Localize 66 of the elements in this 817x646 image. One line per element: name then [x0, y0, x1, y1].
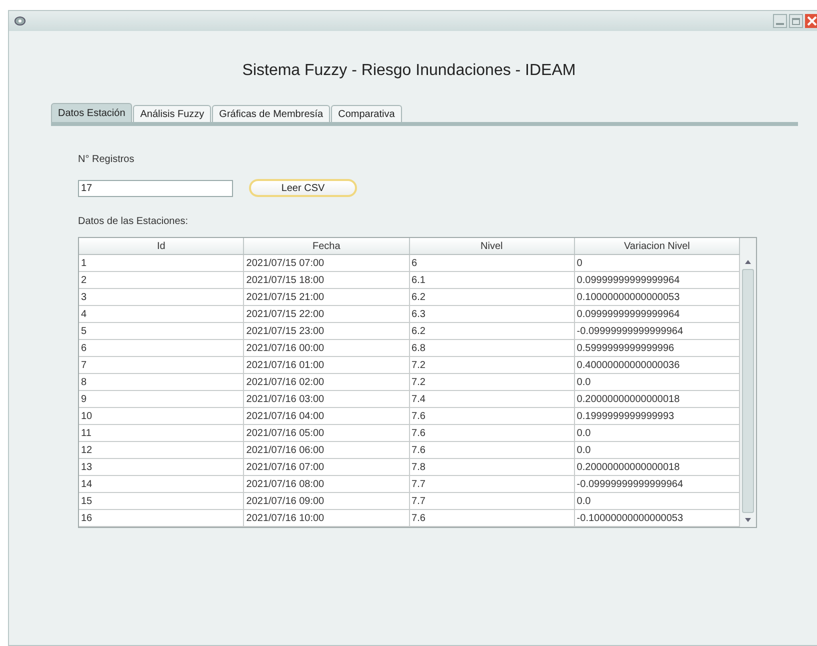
table-cell: 2021/07/16 10:00 [244, 510, 410, 526]
table-cell: 16 [79, 510, 244, 526]
table-cell: 1 [79, 255, 244, 271]
table-cell: 7.8 [410, 459, 575, 475]
table-cell: 6.1 [410, 272, 575, 288]
table-caption: Datos de las Estaciones: [78, 215, 190, 229]
column-header[interactable]: Fecha [244, 238, 410, 254]
table-cell: 5 [79, 323, 244, 339]
table-cell: 7.2 [410, 357, 575, 373]
tab[interactable]: Datos Estación [51, 103, 132, 122]
table-cell: 9 [79, 391, 244, 407]
table-cell: 15 [79, 493, 244, 509]
field-label: N° Registros [78, 153, 136, 167]
table-cell: 2021/07/16 06:00 [244, 442, 410, 458]
table-cell: 6.3 [410, 306, 575, 322]
tab[interactable]: Gráficas de Membresía [212, 105, 330, 122]
table-cell: 6.2 [410, 289, 575, 305]
table-cell: 6 [79, 340, 244, 356]
table-cell: 7.6 [410, 408, 575, 424]
table-cell: 7.2 [410, 374, 575, 390]
table-cell: 2021/07/15 18:00 [244, 272, 410, 288]
table-cell: 4 [79, 306, 244, 322]
table-cell: 2021/07/16 03:00 [244, 391, 410, 407]
table-cell: 2021/07/16 05:00 [244, 425, 410, 441]
table-cell: 7.6 [410, 510, 575, 526]
table-cell: 12 [79, 442, 244, 458]
table-cell: 2021/07/16 08:00 [244, 476, 410, 492]
table-cell: 7.7 [410, 493, 575, 509]
close-button[interactable] [805, 14, 817, 28]
table-cell: 2021/07/16 04:00 [244, 408, 410, 424]
table-cell: 8 [79, 374, 244, 390]
minimize-button[interactable] [773, 14, 787, 28]
app-heading: Sistema Fuzzy - Riesgo Inundaciones - IDEAM [242, 61, 576, 81]
table-cell: 13 [79, 459, 244, 475]
column-header[interactable]: Nivel [410, 238, 575, 254]
table-cell: 2021/07/16 02:00 [244, 374, 410, 390]
table-cell: 14 [79, 476, 244, 492]
app-icon [14, 16, 26, 26]
table-cell: 2021/07/16 07:00 [244, 459, 410, 475]
table-cell: 7 [79, 357, 244, 373]
maximize-button[interactable] [789, 14, 803, 28]
table-cell: 11 [79, 425, 244, 441]
tab[interactable]: Comparativa [331, 105, 402, 122]
table-cell: 2021/07/16 09:00 [244, 493, 410, 509]
table-cell: 6.2 [410, 323, 575, 339]
scrollbar[interactable] [740, 238, 756, 527]
table-cell: 6.8 [410, 340, 575, 356]
records-input[interactable]: 17 [78, 180, 233, 196]
table-cell: 6 [410, 255, 575, 271]
table-cell: 2021/07/15 07:00 [244, 255, 410, 271]
table-cell: 2021/07/15 23:00 [244, 323, 410, 339]
table-cell: 2 [79, 272, 244, 288]
tab[interactable]: Análisis Fuzzy [133, 105, 212, 122]
table-cell: 2021/07/16 00:00 [244, 340, 410, 356]
table-cell: 3 [79, 289, 244, 305]
table-cell: 7.4 [410, 391, 575, 407]
table-cell: 7.7 [410, 476, 575, 492]
table-cell: 7.6 [410, 425, 575, 441]
read-csv-button[interactable]: Leer CSV [249, 179, 357, 197]
scroll-thumb[interactable] [742, 269, 754, 513]
table-cell: 2021/07/16 01:00 [244, 357, 410, 373]
column-header[interactable]: Id [79, 238, 244, 254]
table-cell: 7.6 [410, 442, 575, 458]
table-cell: 10 [79, 408, 244, 424]
table-cell: 2021/07/15 21:00 [244, 289, 410, 305]
table-cell: 2021/07/15 22:00 [244, 306, 410, 322]
